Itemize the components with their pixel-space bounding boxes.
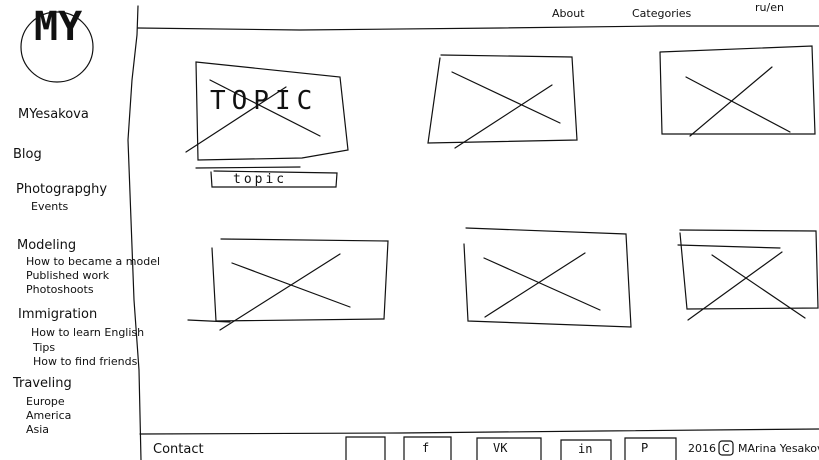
brand-name[interactable]: MYesakova: [18, 107, 89, 123]
nav-categories[interactable]: Categories: [632, 7, 691, 20]
sidebar-subitem-published-work[interactable]: Published work: [26, 269, 109, 282]
topic-thumbnail-6[interactable]: [677, 229, 819, 321]
social-box-5[interactable]: [624, 437, 677, 460]
topic-thumbnail-4[interactable]: [187, 238, 389, 331]
topic-thumbnail-3[interactable]: [659, 45, 816, 137]
footer-divider: [139, 428, 819, 435]
sidebar-subitem-america[interactable]: America: [26, 409, 71, 422]
topic-thumbnail-2[interactable]: [427, 54, 578, 149]
footer-year: 2016: [688, 442, 716, 455]
copyright-icon: C: [722, 442, 730, 455]
sidebar-item-photography[interactable]: Photograpghy: [16, 182, 107, 198]
linkedin-icon[interactable]: in: [578, 443, 592, 456]
facebook-icon[interactable]: f: [422, 442, 429, 455]
nav-about[interactable]: About: [552, 7, 585, 20]
topic-thumbnail-5[interactable]: [463, 227, 632, 328]
footer-author: MArina Yesakova: [738, 442, 819, 455]
sidebar-subitem-became-model[interactable]: How to became a model: [26, 255, 160, 268]
footer-contact-link[interactable]: Contact: [153, 442, 204, 458]
sidebar-item-blog[interactable]: Blog: [13, 147, 42, 163]
sidebar-subitem-asia[interactable]: Asia: [26, 423, 49, 436]
sidebar-item-immigration[interactable]: Immigration: [18, 307, 97, 323]
header-divider: [137, 25, 819, 31]
sidebar-subitem-events[interactable]: Events: [31, 200, 68, 213]
sidebar-subitem-photoshoots[interactable]: Photoshoots: [26, 283, 94, 296]
social-box-3[interactable]: [476, 437, 542, 460]
sidebar-subitem-find-friends[interactable]: How to find friends: [33, 355, 137, 368]
sidebar-divider: [127, 5, 142, 460]
topic-caption[interactable]: topic: [233, 173, 287, 186]
pinterest-icon[interactable]: P: [641, 442, 648, 455]
sidebar-subitem-europe[interactable]: Europe: [26, 395, 65, 408]
vk-icon[interactable]: VK: [493, 442, 507, 455]
sidebar-subitem-tips[interactable]: Tips: [33, 341, 55, 354]
topic-title-large: TOPIC: [210, 86, 319, 116]
sidebar-item-traveling[interactable]: Traveling: [13, 376, 72, 392]
sidebar-subitem-learn-english[interactable]: How to learn English: [31, 326, 144, 339]
sidebar-item-modeling[interactable]: Modeling: [17, 238, 76, 254]
language-toggle[interactable]: ru/en: [755, 1, 784, 14]
wireframe-sketch: [20, 5, 819, 460]
logo-letters: MY: [34, 4, 83, 50]
social-box-1[interactable]: [345, 436, 386, 460]
